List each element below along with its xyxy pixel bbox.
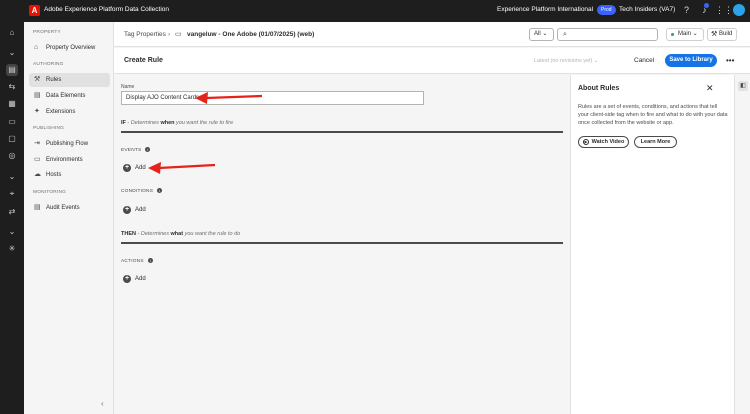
annotation-arrows: [148, 92, 263, 174]
arrow-to-name-field: [195, 92, 263, 104]
arrow-to-add-event: [148, 162, 216, 174]
